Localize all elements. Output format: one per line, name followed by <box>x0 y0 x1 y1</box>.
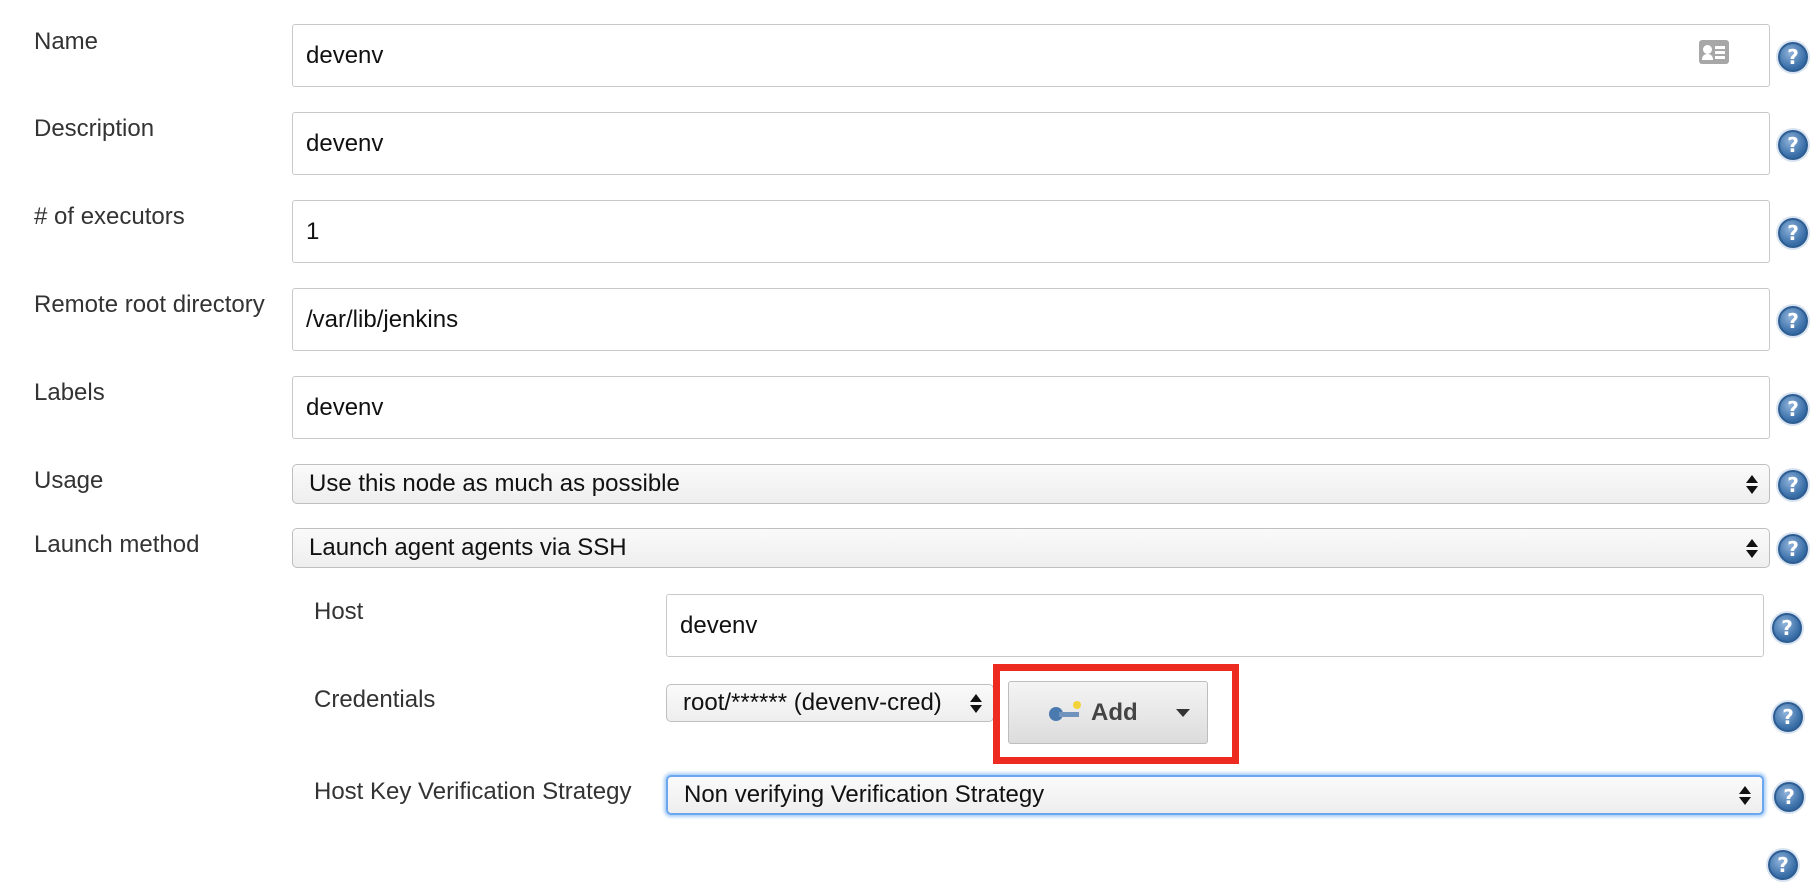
help-icon[interactable]: ? <box>1778 42 1808 72</box>
help-icon[interactable]: ? <box>1778 130 1808 160</box>
description-input[interactable] <box>293 113 1769 174</box>
remote-root-field[interactable] <box>292 288 1770 351</box>
help-icon[interactable]: ? <box>1778 534 1808 564</box>
launch-method-value: Launch agent agents via SSH <box>309 534 627 561</box>
help-icon[interactable]: ? <box>1778 306 1808 336</box>
executors-field[interactable] <box>292 200 1770 263</box>
help-icon[interactable]: ? <box>1778 218 1808 248</box>
select-arrows-icon <box>1734 785 1756 805</box>
host-key-select[interactable]: Non verifying Verification Strategy <box>666 775 1764 815</box>
usage-label: Usage <box>34 467 104 494</box>
usage-value: Use this node as much as possible <box>309 470 680 497</box>
select-arrows-icon <box>1741 538 1763 558</box>
help-icon[interactable]: ? <box>1778 394 1808 424</box>
usage-select[interactable]: Use this node as much as possible <box>292 464 1770 504</box>
name-label: Name <box>34 28 99 55</box>
name-input[interactable] <box>293 25 1769 86</box>
select-arrows-icon <box>965 693 987 713</box>
labels-label: Labels <box>34 379 105 406</box>
labels-field[interactable] <box>292 376 1770 439</box>
help-icon[interactable]: ? <box>1778 470 1808 500</box>
help-icon[interactable]: ? <box>1768 850 1798 880</box>
remote-root-label: Remote root directory <box>34 291 265 318</box>
executors-label: # of executors <box>34 203 185 230</box>
host-field[interactable] <box>666 594 1764 657</box>
host-label: Host <box>314 598 364 625</box>
launch-method-select[interactable]: Launch agent agents via SSH <box>292 528 1770 568</box>
help-icon[interactable]: ? <box>1772 613 1802 643</box>
credentials-value: root/****** (devenv-cred) <box>683 689 942 716</box>
host-key-label: Host Key Verification Strategy <box>314 778 632 805</box>
select-arrows-icon <box>1741 474 1763 494</box>
executors-input[interactable] <box>293 201 1769 262</box>
launch-method-label: Launch method <box>34 531 200 558</box>
credentials-select[interactable]: root/****** (devenv-cred) <box>666 684 994 722</box>
labels-input[interactable] <box>293 377 1769 438</box>
description-label: Description <box>34 115 155 142</box>
contact-card-icon[interactable] <box>1699 40 1729 64</box>
help-icon[interactable]: ? <box>1773 702 1803 732</box>
description-field[interactable] <box>292 112 1770 175</box>
remote-root-input[interactable] <box>293 289 1769 350</box>
host-input[interactable] <box>667 595 1763 656</box>
credentials-label: Credentials <box>314 686 436 713</box>
name-field[interactable] <box>292 24 1770 87</box>
highlight-box <box>993 664 1239 764</box>
help-icon[interactable]: ? <box>1774 782 1804 812</box>
host-key-value: Non verifying Verification Strategy <box>684 781 1045 808</box>
